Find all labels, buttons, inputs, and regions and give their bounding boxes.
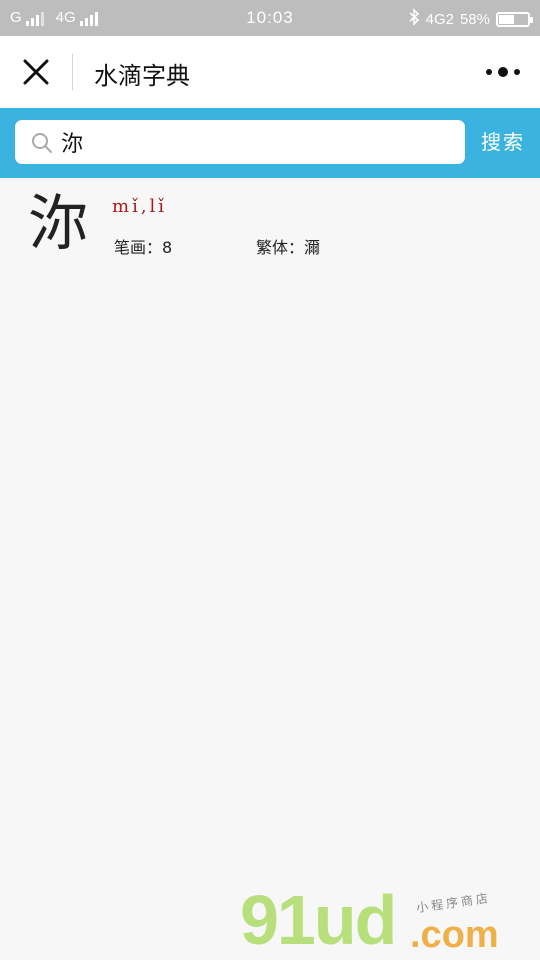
battery-percent: 58% [459, 10, 490, 28]
bluetooth-icon [408, 8, 420, 30]
traditional-value: 濔 [304, 238, 321, 257]
watermark-sub: 小程序商店 [415, 890, 492, 916]
watermark-main: 91ud [240, 881, 397, 959]
strokes-label: 笔画： [114, 238, 163, 257]
result-pinyin: mǐ,lǐ [112, 196, 168, 217]
result-item[interactable]: 沵 mǐ,lǐ 笔画：8 繁体：濔 [0, 178, 540, 288]
search-box [15, 120, 465, 164]
network-label: 4G2 [425, 10, 454, 28]
battery-icon [496, 11, 533, 27]
search-button[interactable]: 搜索 [466, 120, 540, 164]
strokes-value: 8 [162, 238, 173, 257]
close-icon [23, 59, 49, 85]
search-bar: 搜索 [0, 108, 540, 178]
app-title: 水滴字典 [94, 62, 190, 90]
search-input[interactable] [61, 126, 451, 158]
result-character: 沵 [28, 189, 88, 259]
more-button[interactable] [486, 62, 520, 82]
close-button[interactable] [18, 54, 54, 90]
title-bar: 水滴字典 [0, 36, 540, 108]
traditional-label: 繁体： [256, 238, 305, 257]
watermark-domain: .com [410, 914, 499, 956]
result-meta: 笔画：8 繁体：濔 [114, 234, 320, 258]
status-bar: G 4G 10:03 4G2 58% [0, 0, 540, 36]
watermark-logo: 91ud .com 小程序商店 [240, 884, 540, 960]
more-icon [486, 67, 520, 77]
traditional-info: 繁体：濔 [256, 234, 320, 258]
status-right-group: 4G2 58% [408, 8, 533, 30]
title-divider [72, 54, 73, 90]
strokes-info: 笔画：8 [114, 234, 256, 258]
search-icon [32, 133, 52, 153]
